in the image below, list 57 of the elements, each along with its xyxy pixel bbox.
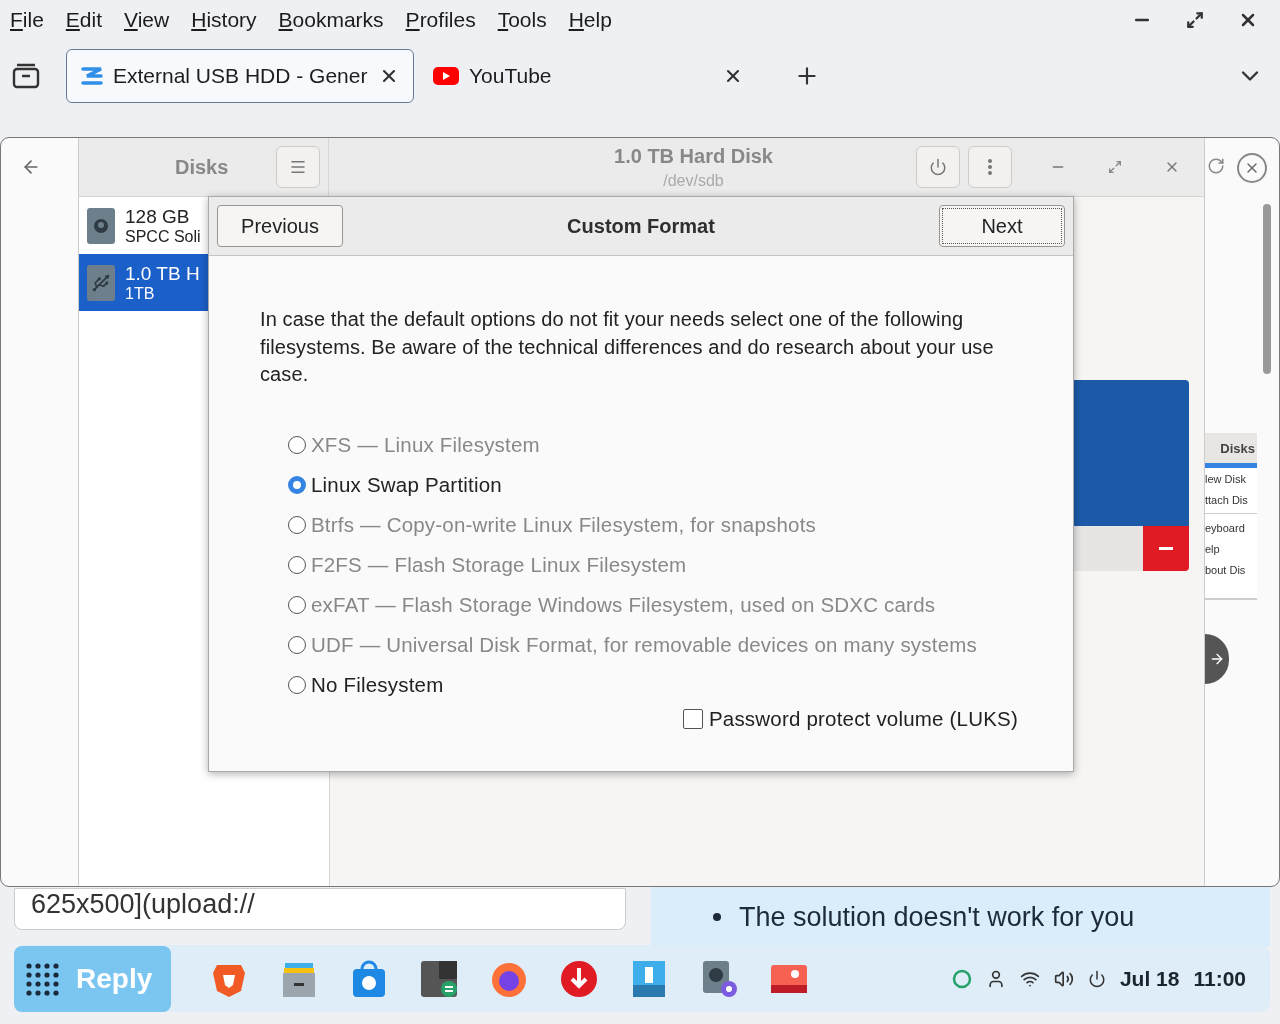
drive-detail: 1TB — [125, 284, 156, 303]
reload-icon[interactable] — [1207, 157, 1225, 175]
disk-drive-icon — [87, 207, 115, 244]
radio-button[interactable] — [288, 475, 306, 494]
menu-item[interactable]: Help — [568, 8, 612, 32]
arrow-right-icon — [1209, 651, 1225, 667]
drive-name: 1.0 TB H — [125, 262, 200, 285]
next-button[interactable]: Next — [939, 205, 1065, 247]
power-icon — [929, 158, 947, 176]
maximize-icon[interactable] — [1108, 160, 1122, 174]
text-area[interactable]: 625x500](upload:// — [14, 888, 626, 930]
drive-detail: SPCC Soli — [125, 227, 201, 246]
app-title: Disks — [175, 155, 229, 179]
filesystem-option[interactable]: Linux Swap Partition — [288, 464, 1033, 505]
filesystem-option[interactable]: No Filesystem — [288, 664, 1033, 705]
bullet-text: The solution doesn't work for you — [739, 901, 1135, 933]
checkbox[interactable] — [682, 708, 703, 729]
menu-item[interactable]: Tools — [497, 8, 547, 32]
menu-icon — [289, 158, 307, 176]
previous-button[interactable]: Previous — [217, 205, 343, 247]
browser-tab[interactable]: External USB HDD - Gener — [66, 49, 414, 103]
reply-label: Reply — [76, 962, 153, 995]
date-text: Jul 18 — [1119, 966, 1180, 991]
menu-item[interactable]: View — [124, 8, 170, 32]
power-icon[interactable] — [1087, 969, 1106, 988]
tab-tray-icon[interactable] — [12, 63, 40, 89]
scrollbar[interactable] — [1263, 204, 1271, 374]
menu-item[interactable]: Edit — [65, 8, 103, 32]
upload-text: 625x500](upload:// — [31, 889, 255, 919]
remove-button[interactable] — [1143, 526, 1189, 571]
drive-path: /dev/sdb — [663, 171, 724, 190]
bullet-icon — [713, 913, 721, 921]
drive-name: 128 GB — [125, 205, 191, 228]
app-grid-icon[interactable] — [24, 960, 60, 997]
power-button[interactable] — [916, 146, 960, 188]
radio-button[interactable] — [288, 675, 306, 694]
menu-item[interactable]: Bookmarks — [278, 8, 384, 32]
minus-icon — [1159, 547, 1173, 550]
luks-option[interactable]: Password protect volume (LUKS) — [260, 706, 1033, 731]
next-arrow-button[interactable] — [1205, 634, 1229, 684]
drive-title: 1.0 TB Hard Disk — [614, 144, 773, 168]
menu-item[interactable]: Profiles — [405, 8, 476, 32]
calculator-icon[interactable] — [419, 958, 459, 999]
menu-button[interactable] — [276, 146, 320, 188]
menu-item[interactable]: History — [191, 8, 257, 32]
usb-drive-icon — [87, 264, 115, 301]
volume-icon[interactable] — [1053, 968, 1074, 989]
browser-tab[interactable]: YouTube — [418, 49, 758, 103]
download-icon[interactable] — [559, 958, 599, 999]
kebab-icon — [988, 159, 992, 175]
play-logo-icon — [433, 67, 459, 85]
zigzag-logo-icon — [81, 66, 103, 86]
dialog-title: Custom Format — [567, 214, 715, 238]
time-text: 11:00 — [1193, 966, 1246, 991]
restore-icon[interactable] — [1186, 10, 1204, 30]
thumbnail-title: Disks — [1220, 440, 1255, 456]
menu-item[interactable]: File — [10, 8, 44, 32]
